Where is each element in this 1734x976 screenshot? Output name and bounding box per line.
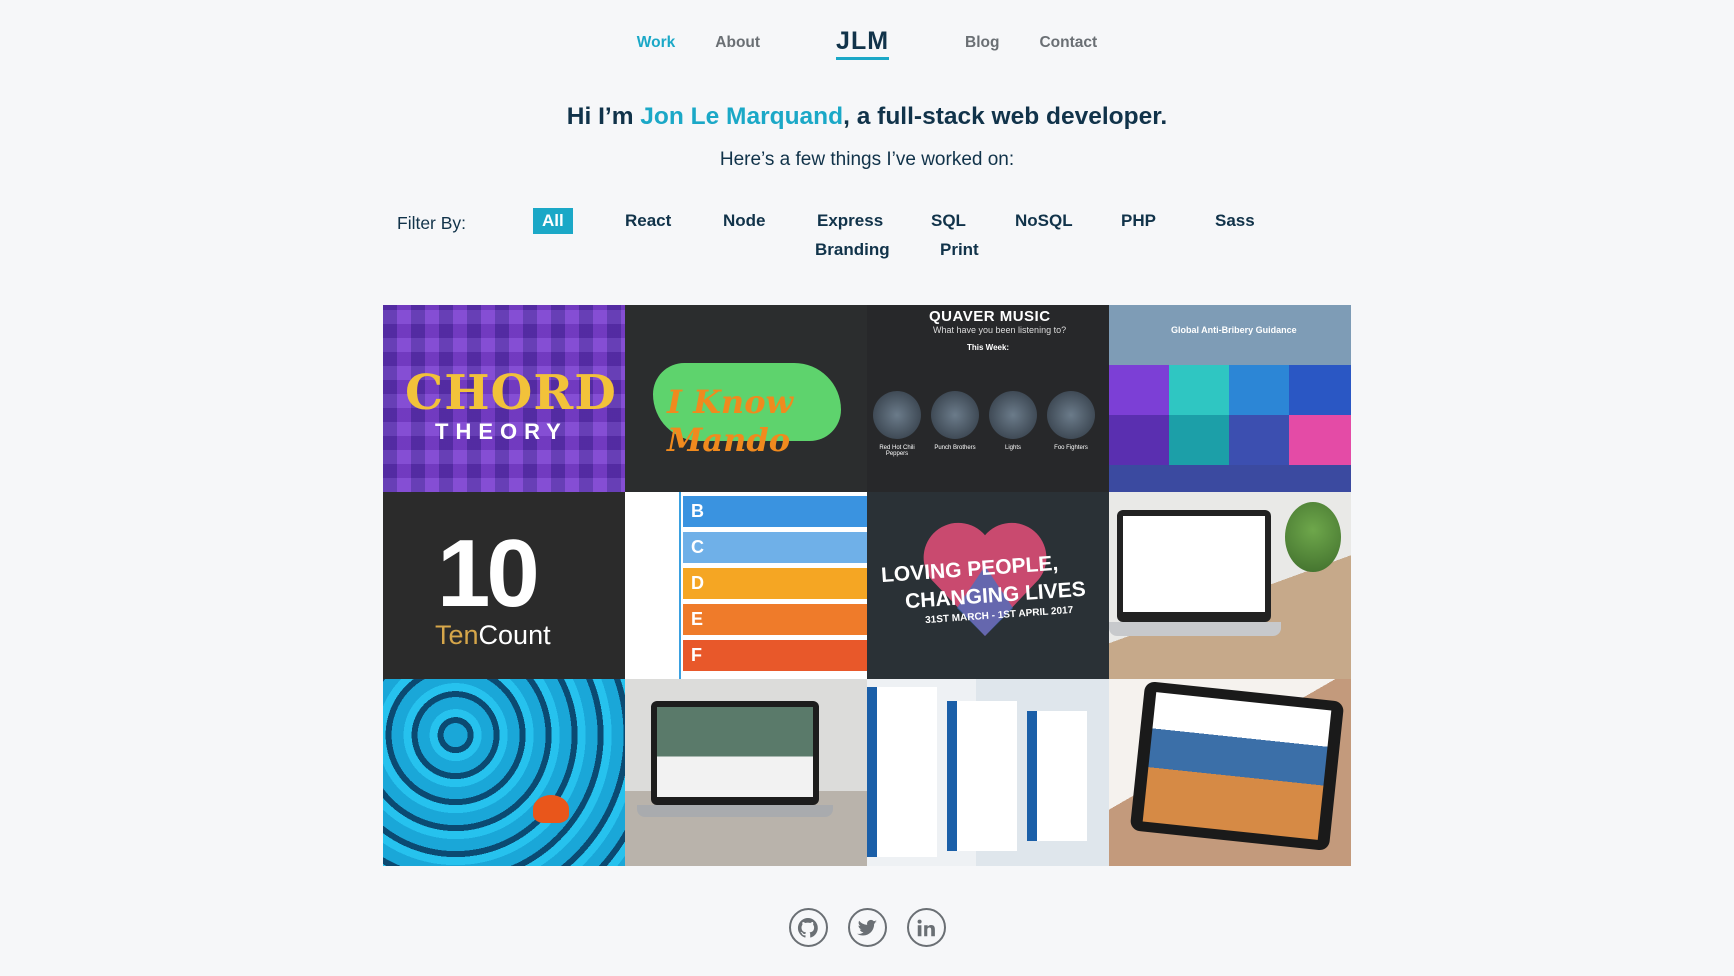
band-photo — [873, 391, 921, 439]
filter-nosql[interactable]: NoSQL — [1006, 208, 1082, 234]
filter-branding[interactable]: Branding — [806, 237, 899, 263]
band-name: Lights — [1004, 445, 1021, 451]
category-block — [1289, 365, 1351, 415]
laptop-base — [1109, 622, 1281, 636]
category-block — [1229, 415, 1289, 465]
bribery-title: Global Anti-Bribery Guidance — [1171, 325, 1297, 335]
category-block — [1109, 365, 1169, 415]
nav-about[interactable]: About — [715, 34, 760, 52]
laptop-base — [637, 805, 833, 817]
directory-band: C — [683, 532, 867, 563]
filter-node[interactable]: Node — [714, 208, 775, 234]
nav-contact[interactable]: Contact — [1039, 34, 1097, 52]
greeting-suffix: , a full-stack web developer. — [843, 103, 1168, 130]
band-photo — [1047, 391, 1095, 439]
project-quaver-music[interactable]: QUAVER MUSIC What have you been listenin… — [867, 305, 1109, 492]
category-block — [1229, 365, 1289, 415]
tencount-wordmark: TenCount — [435, 620, 551, 651]
mando-title: I Know Mando — [667, 383, 794, 459]
laptop-display — [657, 707, 813, 797]
quaver-week: This Week: — [967, 343, 1010, 352]
category-block — [1169, 415, 1229, 465]
project-grid: CHORD THEORY I Know Mando QUAVER MUSIC W… — [383, 305, 1351, 866]
exhibit-panel — [947, 701, 1017, 851]
exhibit-panel — [1027, 711, 1087, 841]
filter-react[interactable]: React — [616, 208, 680, 234]
chord-title: CHORD — [405, 365, 617, 421]
filter-express[interactable]: Express — [808, 208, 892, 234]
nav-work[interactable]: Work — [637, 34, 675, 52]
category-block — [1109, 415, 1169, 465]
project-abc-directory[interactable]: B C D E F — [625, 492, 867, 679]
project-tablet-site[interactable] — [1109, 679, 1351, 866]
filter-bar: Filter By: All React Node Express SQL No… — [383, 205, 1351, 265]
band-photo — [989, 391, 1037, 439]
directory-band: D — [683, 568, 867, 599]
twitter-icon[interactable] — [847, 908, 887, 947]
project-chord-theory[interactable]: CHORD THEORY — [383, 305, 625, 492]
project-surgery-site[interactable] — [1109, 492, 1351, 679]
nav-blog[interactable]: Blog — [965, 34, 999, 52]
github-icon[interactable] — [788, 908, 828, 947]
hero-heading: Hi I’m Jon Le Marquand, a full-stack web… — [0, 103, 1734, 131]
quaver-title: QUAVER MUSIC — [929, 308, 1051, 325]
tencount-number: 10 — [437, 520, 540, 627]
site-logo[interactable]: JLM — [836, 27, 890, 60]
project-loving-people[interactable]: LOVING PEOPLE, CHANGING LIVES 31ST MARCH… — [867, 492, 1109, 679]
tablet-display — [1142, 692, 1332, 840]
quaver-subtitle: What have you been listening to? — [933, 325, 1067, 335]
hero-subtitle: Here’s a few things I’ve worked on: — [719, 149, 1015, 170]
directory-band: B — [683, 496, 867, 527]
exhibit-panel — [867, 687, 937, 857]
filter-sql[interactable]: SQL — [922, 208, 975, 234]
tencount-count: Count — [478, 620, 551, 650]
tencount-ten: Ten — [435, 620, 479, 650]
orange-butterfly — [533, 795, 569, 823]
hero: Hi I’m Jon Le Marquand, a full-stack web… — [0, 103, 1734, 171]
project-exhibition-print[interactable] — [867, 679, 1109, 866]
filter-print[interactable]: Print — [931, 237, 988, 263]
developer-name: Jon Le Marquand — [640, 103, 844, 130]
laptop-display — [1123, 516, 1265, 612]
band-name: Foo Fighters — [1054, 445, 1088, 451]
chord-subtitle: THEORY — [435, 419, 568, 444]
project-butterflies[interactable] — [383, 679, 625, 866]
directory-band: F — [683, 640, 867, 671]
category-block — [1289, 415, 1351, 465]
main-nav: Work About JLM Blog Contact — [0, 18, 1734, 68]
greeting-prefix: Hi I’m — [566, 103, 641, 130]
band-photo — [931, 391, 979, 439]
filter-sass[interactable]: Sass — [1206, 208, 1264, 234]
band-name: Red Hot Chili Peppers — [879, 445, 915, 457]
plant-graphic — [1285, 502, 1341, 572]
filter-php[interactable]: PHP — [1112, 208, 1165, 234]
filter-all[interactable]: All — [533, 208, 573, 234]
social-links — [0, 908, 1734, 947]
linkedin-icon[interactable] — [906, 908, 946, 947]
directory-band: E — [683, 604, 867, 635]
band-name: Punch Brothers — [934, 445, 976, 451]
directory-sidebar — [625, 492, 681, 679]
project-david-site[interactable] — [625, 679, 867, 866]
project-tencount[interactable]: 10 TenCount — [383, 492, 625, 679]
project-anti-bribery[interactable]: Global Anti-Bribery Guidance — [1109, 305, 1351, 492]
project-i-know-mando[interactable]: I Know Mando — [625, 305, 867, 492]
filter-label: Filter By: — [397, 213, 467, 233]
category-block — [1169, 365, 1229, 415]
